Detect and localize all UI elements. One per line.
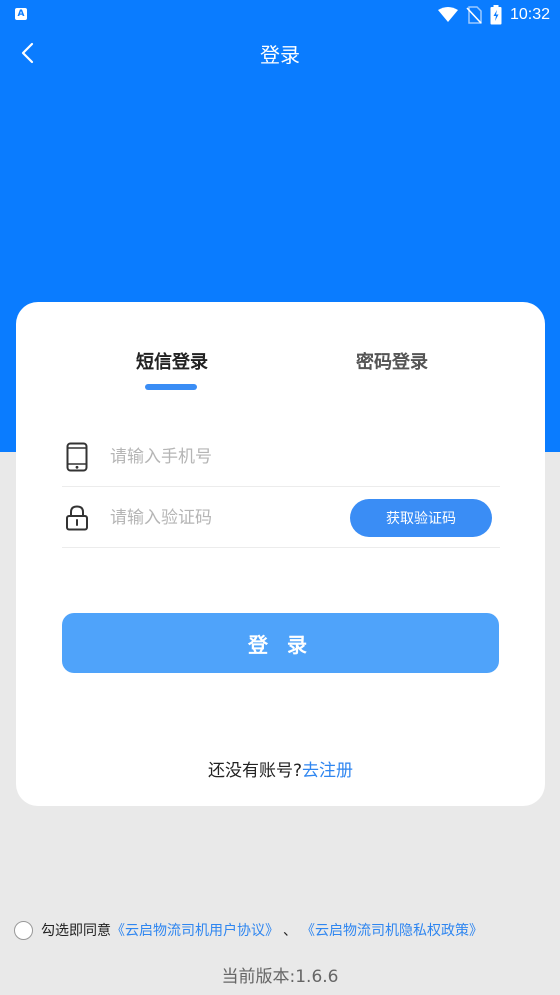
version-info: 当前版本:1.6.6	[0, 962, 560, 987]
tab-sms-login[interactable]: 短信登录	[136, 348, 208, 374]
user-agreement-link[interactable]: 《云启物流司机用户协议》	[111, 920, 279, 940]
back-button[interactable]	[12, 38, 42, 68]
privacy-policy-link[interactable]: 《云启物流司机隐私权政策》	[301, 920, 483, 940]
register-link[interactable]: 去注册	[302, 761, 353, 781]
navigation-bar: 登录	[0, 30, 560, 76]
status-icons: 10:32	[437, 4, 550, 26]
chevron-left-icon	[21, 42, 34, 64]
page-title: 登录	[260, 42, 300, 67]
wifi-icon	[437, 7, 458, 22]
lock-icon	[62, 502, 92, 534]
phone-input[interactable]	[110, 446, 340, 467]
agreement-separator: 、	[283, 923, 297, 939]
version-label: 当前版本:	[221, 967, 296, 987]
verification-code-input[interactable]	[110, 507, 340, 528]
app-notification-icon: A	[15, 8, 27, 20]
code-row: 获取验证码	[62, 488, 500, 548]
agreement-row: 勾选即同意 《云启物流司机用户协议》 、 《云启物流司机隐私权政策》	[14, 920, 554, 940]
agreement-prefix: 勾选即同意	[41, 923, 111, 939]
phone-row	[62, 427, 500, 487]
version-value: 1.6.6	[295, 967, 339, 987]
battery-charging-icon	[490, 5, 502, 25]
status-bar: A 10:32	[0, 0, 560, 30]
phone-icon	[62, 441, 92, 473]
status-time: 10:32	[509, 6, 550, 23]
login-button[interactable]: 登 录	[62, 613, 499, 673]
register-prompt-text: 还没有账号?	[207, 761, 303, 781]
login-card: 短信登录 密码登录 获取验证码 登 录 还没有账号?去注册	[16, 302, 545, 806]
active-tab-indicator	[145, 384, 197, 390]
tab-password-login[interactable]: 密码登录	[356, 348, 428, 374]
no-sim-icon	[466, 6, 482, 24]
register-prompt: 还没有账号?去注册	[16, 756, 545, 781]
agreement-checkbox[interactable]	[14, 920, 33, 940]
get-code-button[interactable]: 获取验证码	[350, 499, 492, 537]
